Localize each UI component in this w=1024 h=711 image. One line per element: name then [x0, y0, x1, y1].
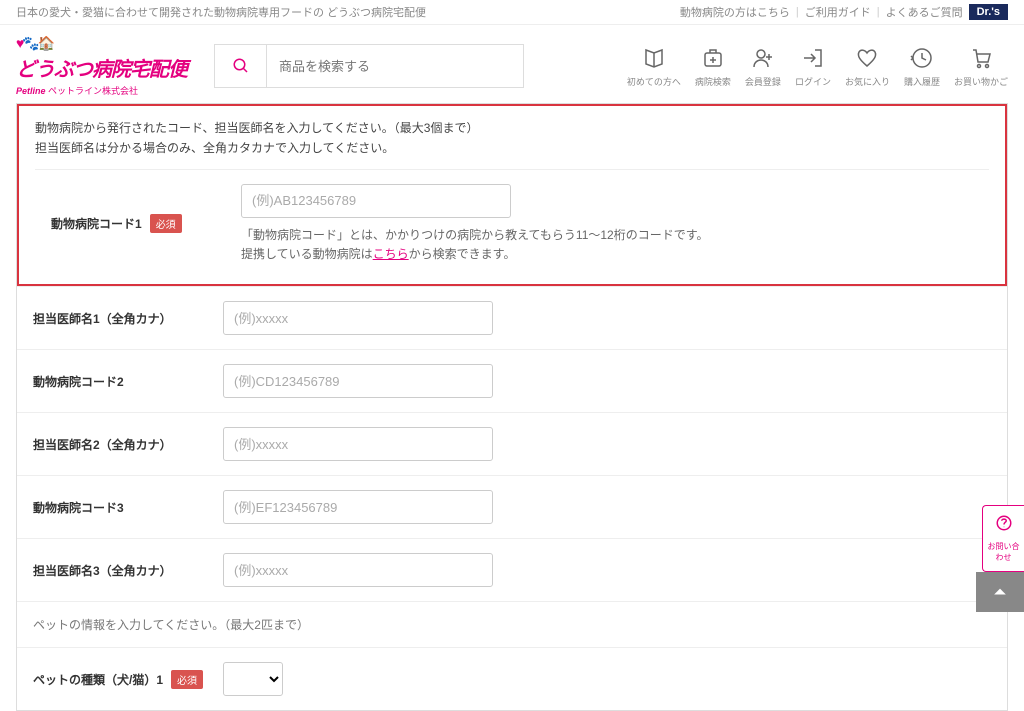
label-hospital-code-3: 動物病院コード3 [33, 499, 124, 516]
separator: | [877, 6, 880, 18]
nav-favorite[interactable]: お気に入り [845, 45, 890, 88]
row-doctor-1: 担当医師名1（全角カナ） [17, 286, 1007, 349]
pet-section-intro: ペットの情報を入力してください。（最大2匹まで） [17, 601, 1007, 647]
input-doctor-1[interactable] [223, 301, 493, 335]
nav-label: 会員登録 [745, 75, 781, 88]
cart-icon [969, 46, 993, 70]
label-doctor-3: 担当医師名3（全角カナ） [33, 562, 172, 579]
nav-first-time[interactable]: 初めての方へ [627, 45, 681, 88]
label-pet-type-1: ペットの種類（犬/猫）1 [33, 671, 163, 688]
nav-label: 病院検索 [695, 75, 731, 88]
logo-subtext: Petline ペットライン株式会社 [16, 84, 196, 97]
row-pet-type-1: ペットの種類（犬/猫）1 必須 [17, 647, 1007, 710]
nav-history[interactable]: 購入履歴 [904, 45, 940, 88]
medkit-icon [701, 46, 725, 70]
label-hospital-code-1: 動物病院コード1 [51, 215, 142, 232]
header-icon-bar: 初めての方へ 病院検索 会員登録 ログイン お気に入り 購入履歴 お買い物かご [627, 45, 1008, 88]
help-text: 「動物病院コード」とは、かかりつけの病院から教えてもらう11～12桁のコードです… [241, 226, 973, 264]
login-icon [801, 46, 825, 70]
nav-label: 初めての方へ [627, 75, 681, 88]
row-doctor-3: 担当医師名3（全角カナ） [17, 538, 1007, 601]
search-bar [214, 44, 524, 88]
intro-text: 動物病院から発行されたコード、担当医師名を入力してください。（最大3個まで） 担… [35, 118, 989, 159]
required-badge: 必須 [150, 214, 182, 233]
row-hospital-code-3: 動物病院コード3 [17, 475, 1007, 538]
logo-text: どうぶつ病院宅配便 [16, 53, 196, 82]
input-doctor-2[interactable] [223, 427, 493, 461]
select-pet-type-1[interactable] [223, 662, 283, 696]
link-faq[interactable]: よくあるご質問 [886, 4, 963, 20]
nav-label: お買い物かご [954, 75, 1008, 88]
row-hospital-code-2: 動物病院コード2 [17, 349, 1007, 412]
input-hospital-code-3[interactable] [223, 490, 493, 524]
logo[interactable]: ♥🐾🏠 どうぶつ病院宅配便 Petline ペットライン株式会社 [16, 35, 196, 97]
search-button[interactable] [215, 45, 267, 87]
required-badge: 必須 [171, 670, 203, 689]
book-icon [642, 46, 666, 70]
question-icon [995, 514, 1013, 532]
heart-icon [855, 46, 879, 70]
user-plus-icon [751, 46, 775, 70]
topbar-links: 動物病院の方はこちら | ご利用ガイド | よくあるご質問 Dr.'s [680, 4, 1008, 20]
registration-form: 動物病院から発行されたコード、担当医師名を入力してください。（最大3個まで） 担… [16, 103, 1008, 711]
contact-float-button[interactable]: お問い合わせ [982, 505, 1024, 572]
input-hospital-code-2[interactable] [223, 364, 493, 398]
nav-label: ログイン [795, 75, 831, 88]
input-hospital-code-1[interactable] [241, 184, 511, 218]
nav-login[interactable]: ログイン [795, 45, 831, 88]
nav-hospital-search[interactable]: 病院検索 [695, 45, 731, 88]
search-input[interactable] [267, 45, 523, 87]
scroll-top-button[interactable] [976, 572, 1024, 612]
highlighted-section: 動物病院から発行されたコード、担当医師名を入力してください。（最大3個まで） 担… [17, 104, 1007, 286]
chevron-up-icon [990, 582, 1010, 602]
nav-register[interactable]: 会員登録 [745, 45, 781, 88]
input-doctor-3[interactable] [223, 553, 493, 587]
hospital-search-link[interactable]: こちら [373, 247, 409, 261]
separator: | [796, 6, 799, 18]
link-guide[interactable]: ご利用ガイド [805, 4, 871, 20]
history-icon [910, 46, 934, 70]
nav-cart[interactable]: お買い物かご [954, 45, 1008, 88]
label-hospital-code-2: 動物病院コード2 [33, 373, 124, 390]
tagline: 日本の愛犬・愛猫に合わせて開発された動物病院専用フードの どうぶつ病院宅配便 [16, 4, 426, 20]
contact-float-label: お問い合わせ [987, 541, 1020, 563]
logo-decoration-icon: ♥🐾🏠 [16, 35, 53, 51]
link-vet[interactable]: 動物病院の方はこちら [680, 4, 790, 20]
row-doctor-2: 担当医師名2（全角カナ） [17, 412, 1007, 475]
nav-label: 購入履歴 [904, 75, 940, 88]
label-doctor-1: 担当医師名1（全角カナ） [33, 310, 172, 327]
drs-badge[interactable]: Dr.'s [969, 4, 1008, 20]
row-hospital-code-1: 動物病院コード1 必須 「動物病院コード」とは、かかりつけの病院から教えてもらう… [35, 169, 989, 278]
nav-label: お気に入り [845, 75, 890, 88]
search-icon [232, 57, 250, 75]
label-doctor-2: 担当医師名2（全角カナ） [33, 436, 172, 453]
